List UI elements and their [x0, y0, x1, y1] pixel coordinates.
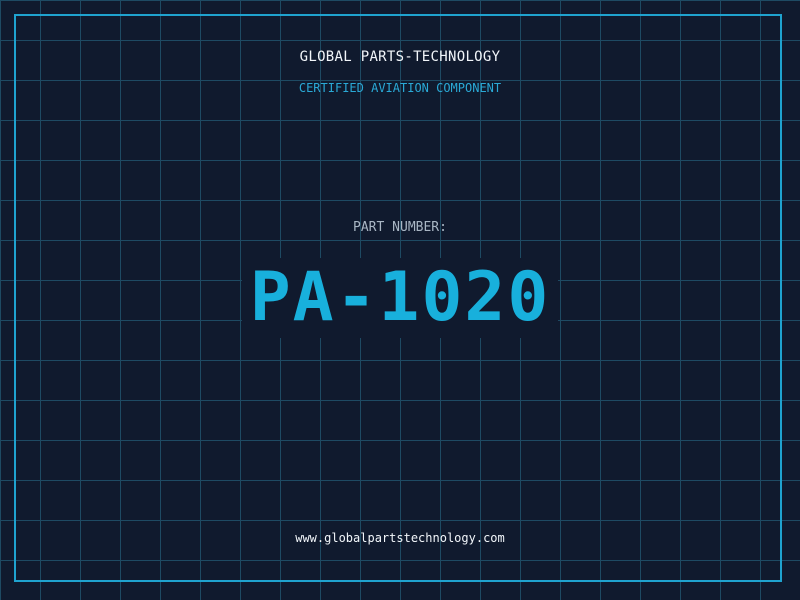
tagline: CERTIFIED AVIATION COMPONENT — [298, 81, 502, 95]
company-name: GLOBAL PARTS-TECHNOLOGY — [299, 49, 501, 65]
website-url: www.globalpartstechnology.com — [295, 531, 505, 545]
part-number-value: PA-1020 — [241, 258, 559, 338]
part-number-container: PA-1020 — [0, 258, 800, 338]
part-number-label: PART NUMBER: — [353, 220, 447, 235]
label-card: GLOBAL PARTS-TECHNOLOGY CERTIFIED AVIATI… — [0, 0, 800, 600]
